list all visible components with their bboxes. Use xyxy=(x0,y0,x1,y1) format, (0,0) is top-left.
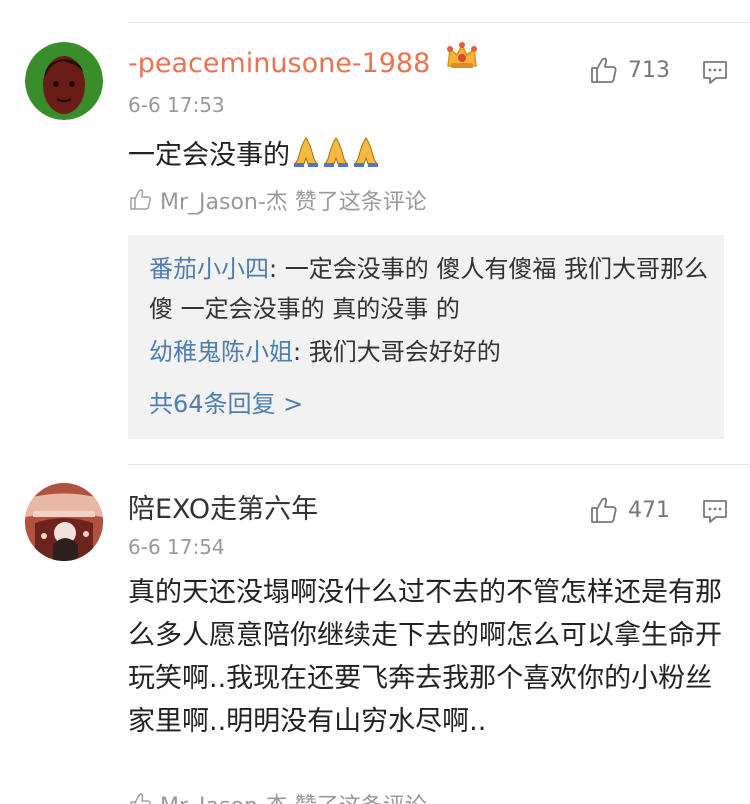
thumbs-up-icon xyxy=(591,57,617,83)
like-button[interactable]: 471 xyxy=(588,496,670,524)
reply-username[interactable]: 番茄小小四 xyxy=(149,255,269,283)
comment-text: 真的天还没塌啊没什么过不去的不管怎样还是有那么多人愿意陪你继续走下去的啊怎么可以… xyxy=(128,577,722,737)
liked-by-text: Mr_Jason-杰 赞了这条评论 xyxy=(160,190,427,215)
comments-page: -peaceminusone-1988 6-6 17:53 713 一定会没事的… xyxy=(0,0,750,804)
username[interactable]: 陪EXO走第六年 xyxy=(128,493,318,527)
reply-username[interactable]: 幼稚鬼陈小姐 xyxy=(149,338,293,366)
liked-by-info: Mr_Jason-杰 赞了这条评论 xyxy=(128,788,427,804)
liked-by-text: Mr_Jason-杰 赞了这条评论 xyxy=(160,788,427,804)
comment-divider xyxy=(128,464,750,465)
avatar-image-icon xyxy=(25,42,103,120)
comment-text: 一定会没事的 xyxy=(128,134,728,177)
small-thumbs-up-icon xyxy=(130,189,151,210)
praying-hands-icon xyxy=(324,137,348,167)
avatar-image-icon xyxy=(25,483,103,561)
reply-item: 番茄小小四: 一定会没事的 傻人有傻福 我们大哥那么傻 一定会没事的 真的没事 … xyxy=(149,249,719,329)
comment-time: 6-6 17:54 xyxy=(128,535,225,559)
small-thumbs-up-icon xyxy=(130,793,151,804)
crown-icon xyxy=(445,41,479,80)
liked-by-info: Mr_Jason-杰 赞了这条评论 xyxy=(128,184,427,216)
praying-hands-icon xyxy=(354,137,378,167)
username-vip[interactable]: -peaceminusone-1988 xyxy=(128,42,479,81)
comment-time: 6-6 17:53 xyxy=(128,93,225,117)
like-count: 471 xyxy=(628,497,670,523)
avatar[interactable] xyxy=(25,483,103,561)
like-button[interactable]: 713 xyxy=(588,56,670,84)
reply-item: 幼稚鬼陈小姐: 我们大哥会好好的 xyxy=(149,332,719,372)
replies-box: 番茄小小四: 一定会没事的 傻人有傻福 我们大哥那么傻 一定会没事的 真的没事 … xyxy=(128,235,724,439)
top-divider xyxy=(128,22,750,23)
praying-hands-icon xyxy=(294,137,318,167)
reply-text: : 我们大哥会好好的 xyxy=(293,338,501,366)
username-text[interactable]: -peaceminusone-1988 xyxy=(128,48,430,79)
avatar[interactable] xyxy=(25,42,103,120)
view-more-replies[interactable]: 共64条回复 > xyxy=(149,387,303,421)
praying-hands-icons xyxy=(292,134,380,168)
comment-body: 一定会没事的 xyxy=(128,140,290,171)
reply-comment-icon[interactable] xyxy=(701,497,729,529)
thumbs-up-icon xyxy=(591,497,617,523)
reply-comment-icon[interactable] xyxy=(701,58,729,90)
like-count: 713 xyxy=(628,57,670,83)
